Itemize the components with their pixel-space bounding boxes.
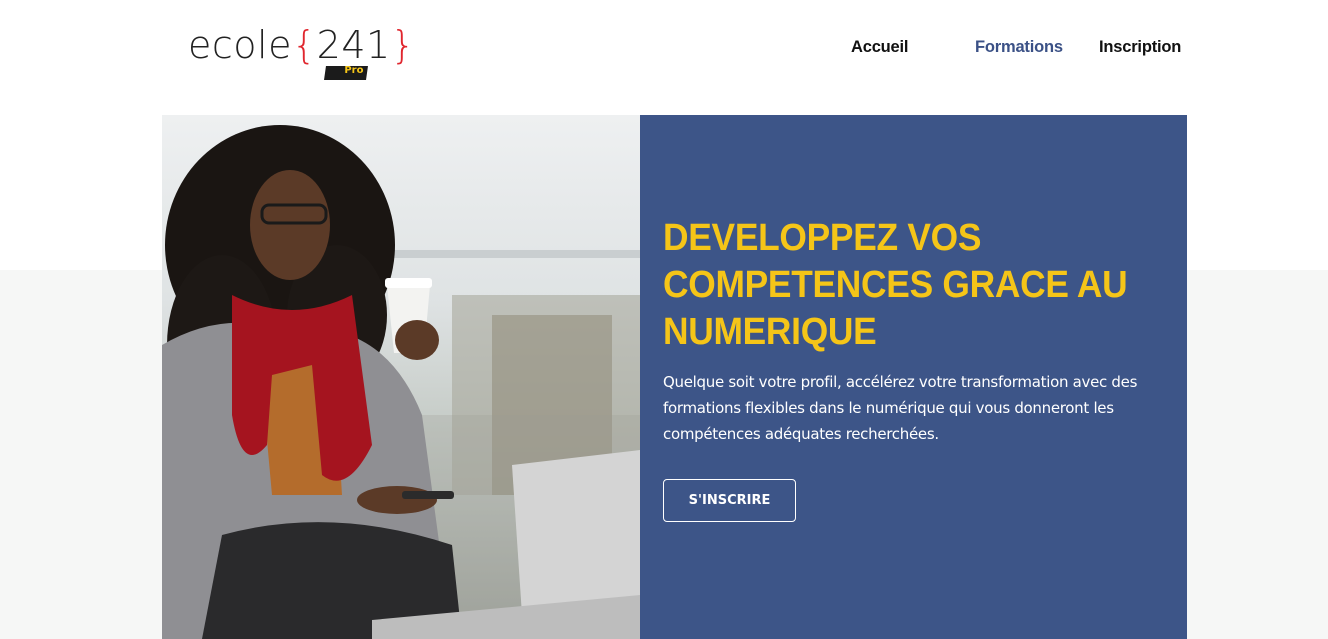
hero-subtext: Quelque soit votre profil, accélérez vot… (663, 373, 1138, 443)
logo-pro-badge: Pro (324, 65, 368, 80)
nav-item-accueil[interactable]: Accueil (851, 38, 908, 57)
hero-panel: DEVELOPPEZ VOS COMPETENCES GRACE AU NUME… (640, 115, 1187, 639)
nav-item-formations[interactable]: Formations (975, 38, 1063, 57)
hero-image (162, 115, 640, 639)
subscribe-button[interactable]: S'INSCRIRE (663, 479, 796, 522)
hero-headline: DEVELOPPEZ VOS COMPETENCES GRACE AU NUME… (663, 217, 1128, 353)
main-nav: Accueil Formations Inscription (0, 38, 1328, 64)
nav-item-inscription[interactable]: Inscription (1099, 38, 1181, 57)
hero-photo-illustration (162, 125, 640, 639)
